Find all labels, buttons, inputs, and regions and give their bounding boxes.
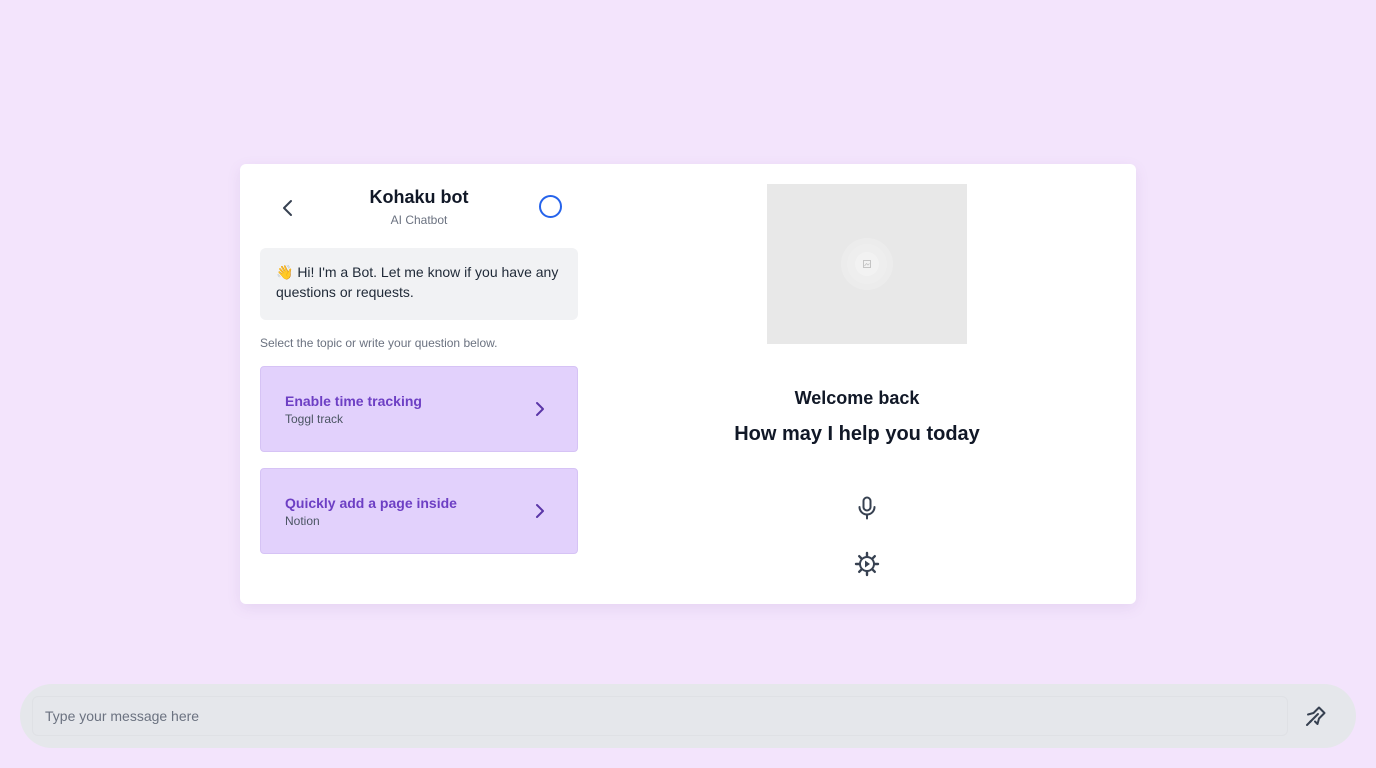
image-placeholder bbox=[767, 184, 967, 344]
image-placeholder-icon bbox=[841, 238, 893, 290]
microphone-button[interactable] bbox=[854, 495, 880, 521]
gear-icon bbox=[854, 551, 880, 577]
topic-title: Enable time tracking bbox=[285, 393, 422, 409]
message-input[interactable] bbox=[32, 696, 1288, 736]
greeting-message: 👋 Hi! I'm a Bot. Let me know if you have… bbox=[260, 248, 578, 320]
message-composer bbox=[20, 684, 1356, 748]
settings-button[interactable] bbox=[854, 551, 880, 577]
select-hint: Select the topic or write your question … bbox=[260, 336, 498, 350]
send-icon bbox=[1306, 706, 1326, 726]
bot-header: Kohaku bot AI Chatbot bbox=[260, 184, 578, 248]
help-prompt: How may I help you today bbox=[734, 423, 980, 445]
chat-card: Kohaku bot AI Chatbot 👋 Hi! I'm a Bot. L… bbox=[240, 164, 1136, 604]
bot-subtitle: AI Chatbot bbox=[390, 213, 448, 227]
microphone-icon bbox=[858, 496, 876, 520]
topic-card-notion[interactable]: Quickly add a page inside Notion bbox=[260, 468, 578, 554]
chevron-right-icon bbox=[536, 504, 544, 518]
chevron-right-icon bbox=[536, 402, 544, 416]
topic-title: Quickly add a page inside bbox=[285, 495, 457, 511]
chat-panel: Kohaku bot AI Chatbot 👋 Hi! I'm a Bot. L… bbox=[260, 184, 578, 554]
topic-card-time-tracking[interactable]: Enable time tracking Toggl track bbox=[260, 366, 578, 452]
bot-name: Kohaku bot bbox=[369, 187, 469, 207]
topic-subtitle: Toggl track bbox=[285, 412, 344, 426]
send-button[interactable] bbox=[1304, 704, 1328, 728]
status-circle-icon[interactable] bbox=[539, 195, 562, 218]
welcome-heading: Welcome back bbox=[794, 388, 920, 408]
topic-subtitle: Notion bbox=[285, 514, 320, 528]
